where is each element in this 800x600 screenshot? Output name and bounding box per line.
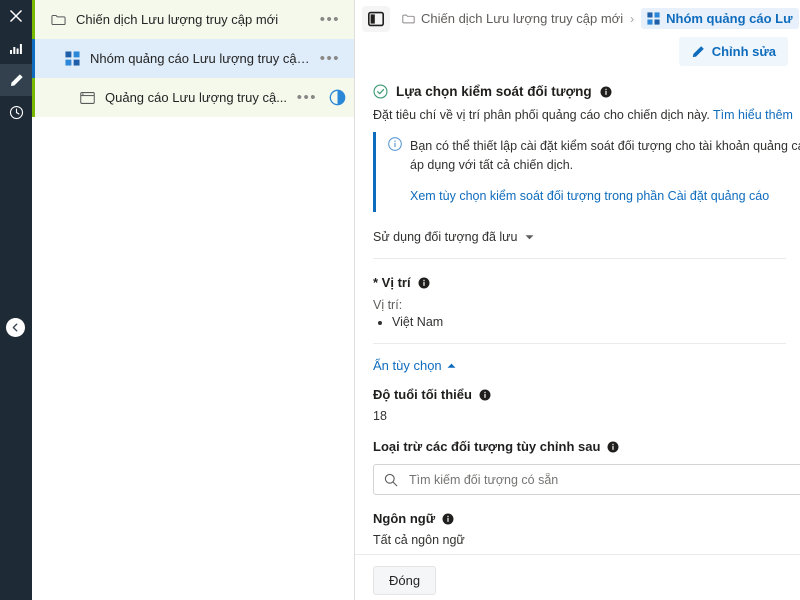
breadcrumb-label: Nhóm quảng cáo Lư	[666, 11, 793, 26]
section-subtitle: Đặt tiêu chí về vị trí phân phối quảng c…	[373, 108, 800, 122]
language-value: Tất cả ngôn ngữ	[373, 533, 465, 548]
row-accent-stripe	[32, 39, 35, 78]
info-icon[interactable]	[418, 277, 430, 289]
pencil-icon[interactable]	[0, 64, 32, 96]
divider	[373, 258, 786, 260]
check-circle-icon	[373, 84, 388, 99]
row-accent-stripe	[32, 0, 35, 39]
location-list: Việt Nam	[373, 315, 800, 329]
tree-row-ad[interactable]: Quảng cáo Lưu lượng truy cậ... •••	[32, 78, 354, 117]
min-age-label: Độ tuổi tối thiểu	[373, 387, 800, 402]
info-banner-line-2: áp dụng với tất cả chiến dịch.	[410, 158, 574, 173]
breadcrumb-separator: ›	[630, 11, 635, 26]
saved-audience-label: Sử dụng đối tượng đã lưu	[373, 230, 518, 245]
footer-bar: Đóng	[355, 554, 800, 600]
info-icon[interactable]	[607, 441, 619, 453]
search-icon	[384, 473, 398, 487]
close-icon[interactable]	[0, 0, 32, 32]
top-bar: Chiến dịch Lưu lượng truy cập mới › Nhóm…	[355, 0, 800, 37]
tree-row-label: Nhóm quảng cáo Lưu lượng truy cập ...	[90, 51, 314, 66]
chevron-down-icon	[525, 234, 534, 241]
chevron-up-icon	[447, 362, 456, 369]
info-icon[interactable]	[442, 513, 454, 525]
folder-icon	[402, 13, 415, 25]
collapse-panel-button[interactable]	[6, 318, 25, 337]
audience-controls-settings-link[interactable]: Xem tùy chọn kiểm soát đối tượng trong p…	[410, 187, 800, 206]
section-title-row: Lựa chọn kiểm soát đối tượng	[373, 84, 800, 99]
main-panel: Chiến dịch Lưu lượng truy cập mới › Nhóm…	[355, 0, 800, 600]
tree-row-label: Chiến dịch Lưu lượng truy cập mới	[76, 12, 279, 27]
ad-icon	[78, 89, 96, 107]
info-banner-line-1: Bạn có thể thiết lập cài đặt kiểm soát đ…	[410, 139, 800, 153]
hide-options-toggle[interactable]: Ẩn tùy chọn	[373, 358, 456, 373]
edit-button[interactable]: Chỉnh sửa	[678, 37, 788, 66]
pencil-icon	[691, 45, 705, 59]
adgroup-icon	[63, 50, 81, 68]
settings-content: Lựa chọn kiểm soát đối tượng Đặt tiêu ch…	[355, 68, 800, 554]
breadcrumb: Chiến dịch Lưu lượng truy cập mới › Nhóm…	[402, 8, 799, 29]
location-label-text: * Vị trí	[373, 275, 411, 291]
breadcrumb-item-adgroup[interactable]: Nhóm quảng cáo Lư	[641, 8, 799, 29]
row-more-menu[interactable]: •••	[314, 51, 346, 66]
tree-row-campaign[interactable]: Chiến dịch Lưu lượng truy cập mới •••	[32, 0, 354, 39]
row-more-menu[interactable]: •••	[314, 12, 346, 27]
left-icon-rail	[0, 0, 32, 600]
exclude-audiences-label: Loại trừ các đối tượng tùy chỉnh sau	[373, 439, 800, 454]
chart-icon[interactable]	[0, 32, 32, 64]
location-label: * Vị trí	[373, 275, 800, 290]
language-label: Ngôn ngữ	[373, 511, 800, 526]
saved-audience-dropdown[interactable]: Sử dụng đối tượng đã lưu	[373, 230, 534, 244]
hide-options-label: Ẩn tùy chọn	[373, 358, 442, 374]
folder-icon	[49, 11, 67, 29]
edit-button-label: Chỉnh sửa	[711, 44, 776, 59]
info-icon[interactable]	[479, 389, 491, 401]
row-more-menu[interactable]: •••	[291, 90, 323, 105]
exclude-audiences-search-box[interactable]	[373, 464, 800, 496]
tree-row-label: Quảng cáo Lưu lượng truy cậ...	[105, 90, 288, 105]
list-item: Việt Nam	[392, 315, 800, 329]
info-icon[interactable]	[600, 86, 612, 98]
info-circle-icon	[388, 137, 402, 206]
page-title: Lựa chọn kiểm soát đối tượng	[396, 84, 592, 99]
learn-more-link[interactable]: Tìm hiểu thêm	[713, 108, 793, 122]
section-subtitle-text: Đặt tiêu chí về vị trí phân phối quảng c…	[373, 108, 710, 122]
row-accent-stripe	[32, 78, 35, 117]
campaign-tree-panel: Chiến dịch Lưu lượng truy cập mới ••• Nh…	[32, 0, 355, 600]
edit-bar: Chỉnh sửa	[355, 37, 800, 68]
min-age-value: 18	[373, 409, 387, 424]
tree-row-adgroup[interactable]: Nhóm quảng cáo Lưu lượng truy cập ... ••…	[32, 39, 354, 78]
app-window: Chiến dịch Lưu lượng truy cập mới ••• Nh…	[0, 0, 800, 600]
search-input[interactable]	[407, 471, 792, 488]
exclude-audiences-label-text: Loại trừ các đối tượng tùy chỉnh sau	[373, 439, 601, 455]
language-label-text: Ngôn ngữ	[373, 511, 436, 527]
breadcrumb-label: Chiến dịch Lưu lượng truy cập mới	[421, 11, 624, 26]
min-age-label-text: Độ tuổi tối thiểu	[373, 387, 472, 403]
divider	[373, 343, 786, 345]
clock-icon[interactable]	[0, 96, 32, 128]
close-button[interactable]: Đóng	[373, 566, 437, 595]
info-banner-text: Bạn có thể thiết lập cài đặt kiểm soát đ…	[410, 137, 800, 206]
location-sub-label: Vị trí:	[373, 298, 403, 313]
panel-toggle-icon[interactable]	[362, 5, 390, 32]
info-banner: Bạn có thể thiết lập cài đặt kiểm soát đ…	[373, 132, 800, 213]
breadcrumb-item-campaign[interactable]: Chiến dịch Lưu lượng truy cập mới	[402, 11, 623, 26]
adgroup-icon	[647, 12, 660, 25]
half-circle-icon[interactable]	[329, 89, 346, 106]
